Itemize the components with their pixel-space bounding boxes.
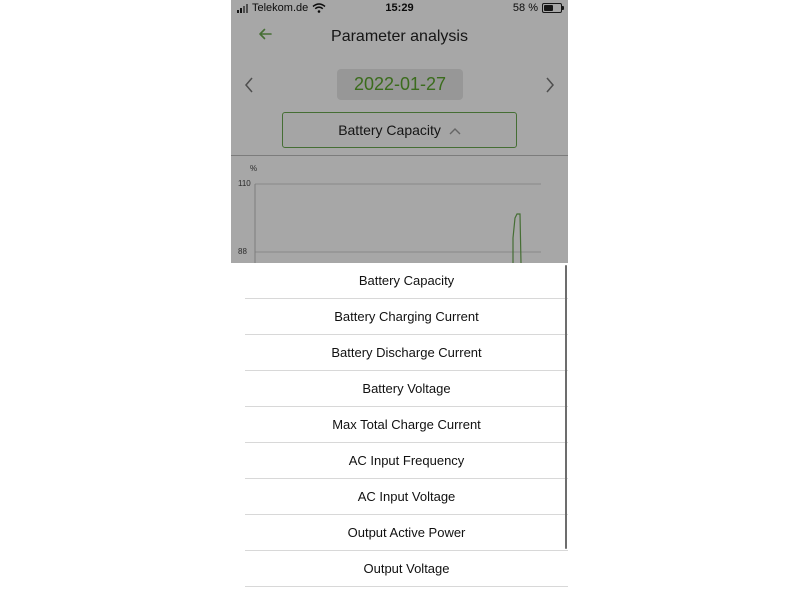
parameter-picker-sheet: Battery Capacity Battery Charging Curren…: [231, 263, 568, 600]
picker-option[interactable]: Battery Discharge Current: [245, 335, 568, 371]
picker-option[interactable]: AC Input Frequency: [245, 443, 568, 479]
picker-option[interactable]: Battery Voltage: [245, 371, 568, 407]
picker-scrollbar[interactable]: [565, 265, 567, 549]
picker-option[interactable]: Battery Charging Current: [245, 299, 568, 335]
parameter-analysis-page: Telekom.de 15:29 58 % Parameter analysis: [231, 0, 568, 263]
picker-option[interactable]: Output Active Power: [245, 515, 568, 551]
picker-option[interactable]: AC Input Voltage: [245, 479, 568, 515]
picker-option[interactable]: Output Voltage: [245, 551, 568, 587]
picker-option[interactable]: Max Total Charge Current: [245, 407, 568, 443]
modal-backdrop[interactable]: [231, 0, 568, 263]
picker-option[interactable]: Battery Capacity: [245, 263, 568, 299]
phone-screen: Telekom.de 15:29 58 % Parameter analysis: [231, 0, 568, 600]
